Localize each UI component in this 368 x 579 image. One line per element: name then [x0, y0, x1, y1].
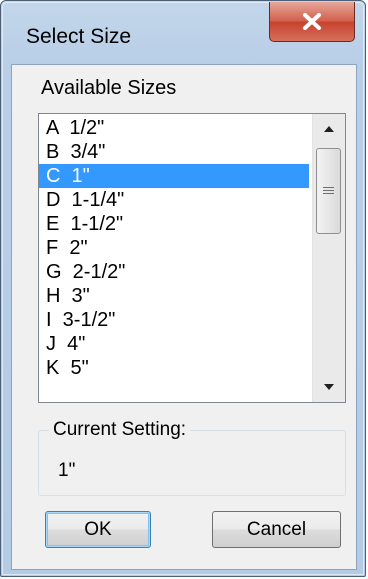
grip-icon: [323, 182, 334, 200]
ok-button[interactable]: OK: [45, 511, 151, 548]
list-item[interactable]: G 2-1/2": [39, 260, 309, 284]
scroll-up-button[interactable]: [313, 114, 345, 144]
list-item[interactable]: E 1-1/2": [39, 212, 309, 236]
vertical-scrollbar[interactable]: [312, 114, 345, 402]
list-item[interactable]: C 1": [39, 164, 309, 188]
current-setting-value: 1": [58, 460, 76, 481]
dialog-body: Available Sizes A 1/2" B 3/4" C 1" D 1-1/4"…: [11, 64, 357, 570]
list-item[interactable]: B 3/4": [39, 140, 309, 164]
dialog-window: Select Size Available Sizes A 1/2" B 3/4"…: [0, 0, 366, 577]
scroll-thumb[interactable]: [316, 148, 341, 234]
triangle-down-icon: [323, 378, 335, 396]
triangle-up-icon: [323, 120, 335, 138]
list-item[interactable]: A 1/2": [39, 116, 309, 140]
cancel-button[interactable]: Cancel: [212, 511, 341, 548]
list-item[interactable]: H 3": [39, 284, 309, 308]
list-item[interactable]: F 2": [39, 236, 309, 260]
window-title: Select Size: [26, 25, 132, 48]
close-x-icon: [302, 13, 322, 30]
list-item[interactable]: K 5": [39, 356, 309, 380]
close-button[interactable]: [269, 2, 355, 42]
list-item[interactable]: I 3-1/2": [39, 308, 309, 332]
current-setting-label: Current Setting:: [49, 419, 191, 441]
current-setting-group: Current Setting: 1": [38, 419, 346, 496]
sizes-list: A 1/2" B 3/4" C 1" D 1-1/4" E 1-1/2" F 2" G 2-…: [39, 116, 309, 380]
sizes-listbox[interactable]: A 1/2" B 3/4" C 1" D 1-1/4" E 1-1/2" F 2" G 2-…: [38, 113, 346, 403]
list-item[interactable]: D 1-1/4": [39, 188, 309, 212]
available-sizes-label: Available Sizes: [41, 77, 177, 99]
list-item[interactable]: J 4": [39, 332, 309, 356]
scroll-down-button[interactable]: [313, 372, 345, 402]
